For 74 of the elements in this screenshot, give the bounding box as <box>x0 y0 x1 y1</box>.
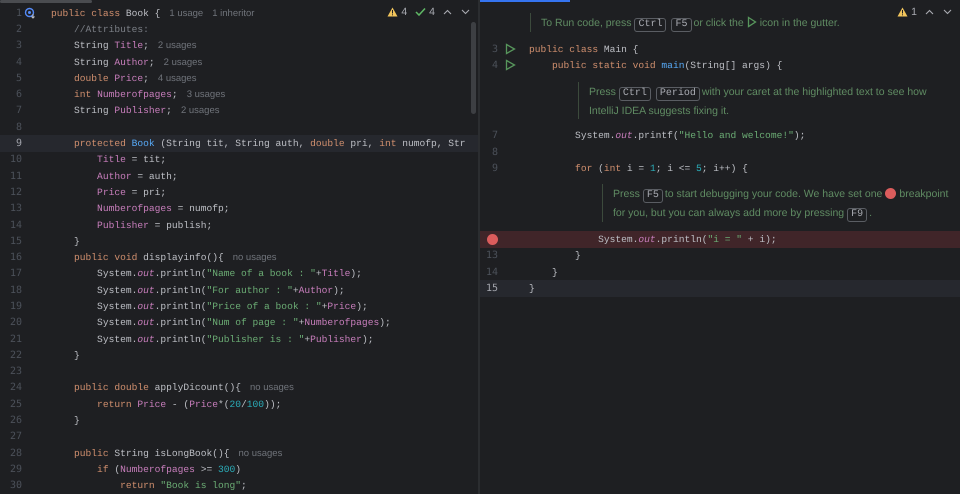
keyboard-key: Ctrl <box>618 86 651 101</box>
implementation-icon[interactable] <box>24 7 36 20</box>
usage-hint[interactable]: 2 usages <box>180 105 220 116</box>
code-line: String Title; <box>73 40 149 52</box>
code-line: } <box>551 266 558 278</box>
usage-hint[interactable]: 3 usages <box>186 89 226 100</box>
code-line: } <box>73 350 80 361</box>
code-line: } <box>574 250 581 262</box>
usage-hint[interactable]: no usages <box>232 252 277 264</box>
line-number: 9 <box>14 138 22 150</box>
chevron-down-icon[interactable] <box>461 9 470 15</box>
code-line: } <box>529 283 535 294</box>
code-line: System.out.printf("Hello and welcome!"); <box>574 130 806 142</box>
chevron-down-icon[interactable] <box>943 9 952 15</box>
code-line: System.out.println("For author : "+Author); <box>96 284 345 296</box>
code-line: return Price - (Price*(20/100)); <box>96 398 282 410</box>
usage-hint[interactable]: no usages <box>250 382 294 394</box>
problem-count: 4 <box>429 6 435 18</box>
code-line: public double applyDicount(){ <box>73 382 241 394</box>
code-line: Title = tit; <box>96 154 166 166</box>
chevron-up-icon[interactable] <box>443 9 452 15</box>
warning-icon[interactable] <box>387 7 398 17</box>
code-line: Publisher = publish; <box>96 220 212 230</box>
code-line: protected Book (String tit, String auth, double pri, int numofp, Str <box>73 138 466 150</box>
chevron-up-icon[interactable] <box>925 9 934 15</box>
scrollbar[interactable] <box>471 22 476 114</box>
keyboard-key: F5 <box>642 189 663 204</box>
code-line: Author = auth; <box>96 170 178 182</box>
tip-text: Press F5 to start debugging your code. We have set one breakpoint for you, but you can always add more by pressing F9 . <box>613 188 948 220</box>
breakpoint-icon[interactable] <box>487 234 498 246</box>
keyboard-key: F9 <box>847 208 868 222</box>
check-icon[interactable] <box>415 7 426 17</box>
code-line: System.out.println("Price of a book : "+Price); <box>96 300 368 312</box>
usage-hint[interactable]: 1 inheritor <box>212 8 254 19</box>
code-line: int Numberofpages; <box>73 89 178 100</box>
code-line: for (int i = 1; i <= 5; i++) { <box>574 162 748 174</box>
keyboard-key: Period <box>656 86 700 101</box>
keyboard-key: F5 <box>671 18 692 32</box>
code-line: public String isLongBook(){ <box>73 448 230 459</box>
usage-hint[interactable]: 2 usages <box>164 56 202 68</box>
scrollbar[interactable] <box>0 0 92 3</box>
usage-hint[interactable]: 4 usages <box>158 72 196 84</box>
keyboard-key: Ctrl <box>634 18 666 32</box>
run-icon[interactable] <box>505 59 516 72</box>
code-line: System.out.println("Name of a book : "+Title); <box>96 268 362 280</box>
code-line: System.out.println("Num of page : "+Numberofpages); <box>96 317 391 328</box>
code-line: public static void main(String[] args) { <box>551 60 782 71</box>
code-line: } <box>73 236 80 247</box>
code-line: System.out.println("Publisher is : "+Publisher); <box>96 334 374 345</box>
code-line: String Publisher; <box>73 105 172 116</box>
run-icon <box>746 16 757 28</box>
code-line: return "Book is long"; <box>119 480 247 492</box>
tip-text: To Run code, press Ctrl F5 or click the icon in the gutter. <box>541 17 840 29</box>
breakpoint-icon <box>885 188 896 200</box>
warning-icon[interactable] <box>897 7 908 17</box>
code-line: Numberofpages = numofp; <box>96 203 230 214</box>
problem-count: 1 <box>911 6 917 18</box>
code-line: System.out.println("i = " + i); <box>597 234 777 246</box>
code-line: public class Main { <box>529 44 638 55</box>
problem-count: 4 <box>401 6 408 18</box>
code-line: String Author; <box>73 56 155 68</box>
usage-hint[interactable]: 1 usage <box>169 8 204 19</box>
run-icon[interactable] <box>505 43 516 56</box>
line-number: 15 <box>486 283 498 294</box>
code-line: //Attributes: <box>73 24 149 35</box>
code-line: public void displayinfo(){ <box>73 252 224 264</box>
code-line: Price = pri; <box>96 186 166 198</box>
tip-text: Press Ctrl Period with your caret at the highlighted text to see how IntelliJ IDEA suggests fixing it. <box>589 86 927 117</box>
code-line: public class Book { <box>51 8 160 19</box>
code-line: if (Numberofpages >= 300) <box>96 464 242 475</box>
usage-hint[interactable]: no usages <box>238 448 282 459</box>
code-line: } <box>73 415 80 426</box>
code-line: double Price; <box>73 72 149 84</box>
usage-hint[interactable]: 2 usages <box>158 40 196 52</box>
